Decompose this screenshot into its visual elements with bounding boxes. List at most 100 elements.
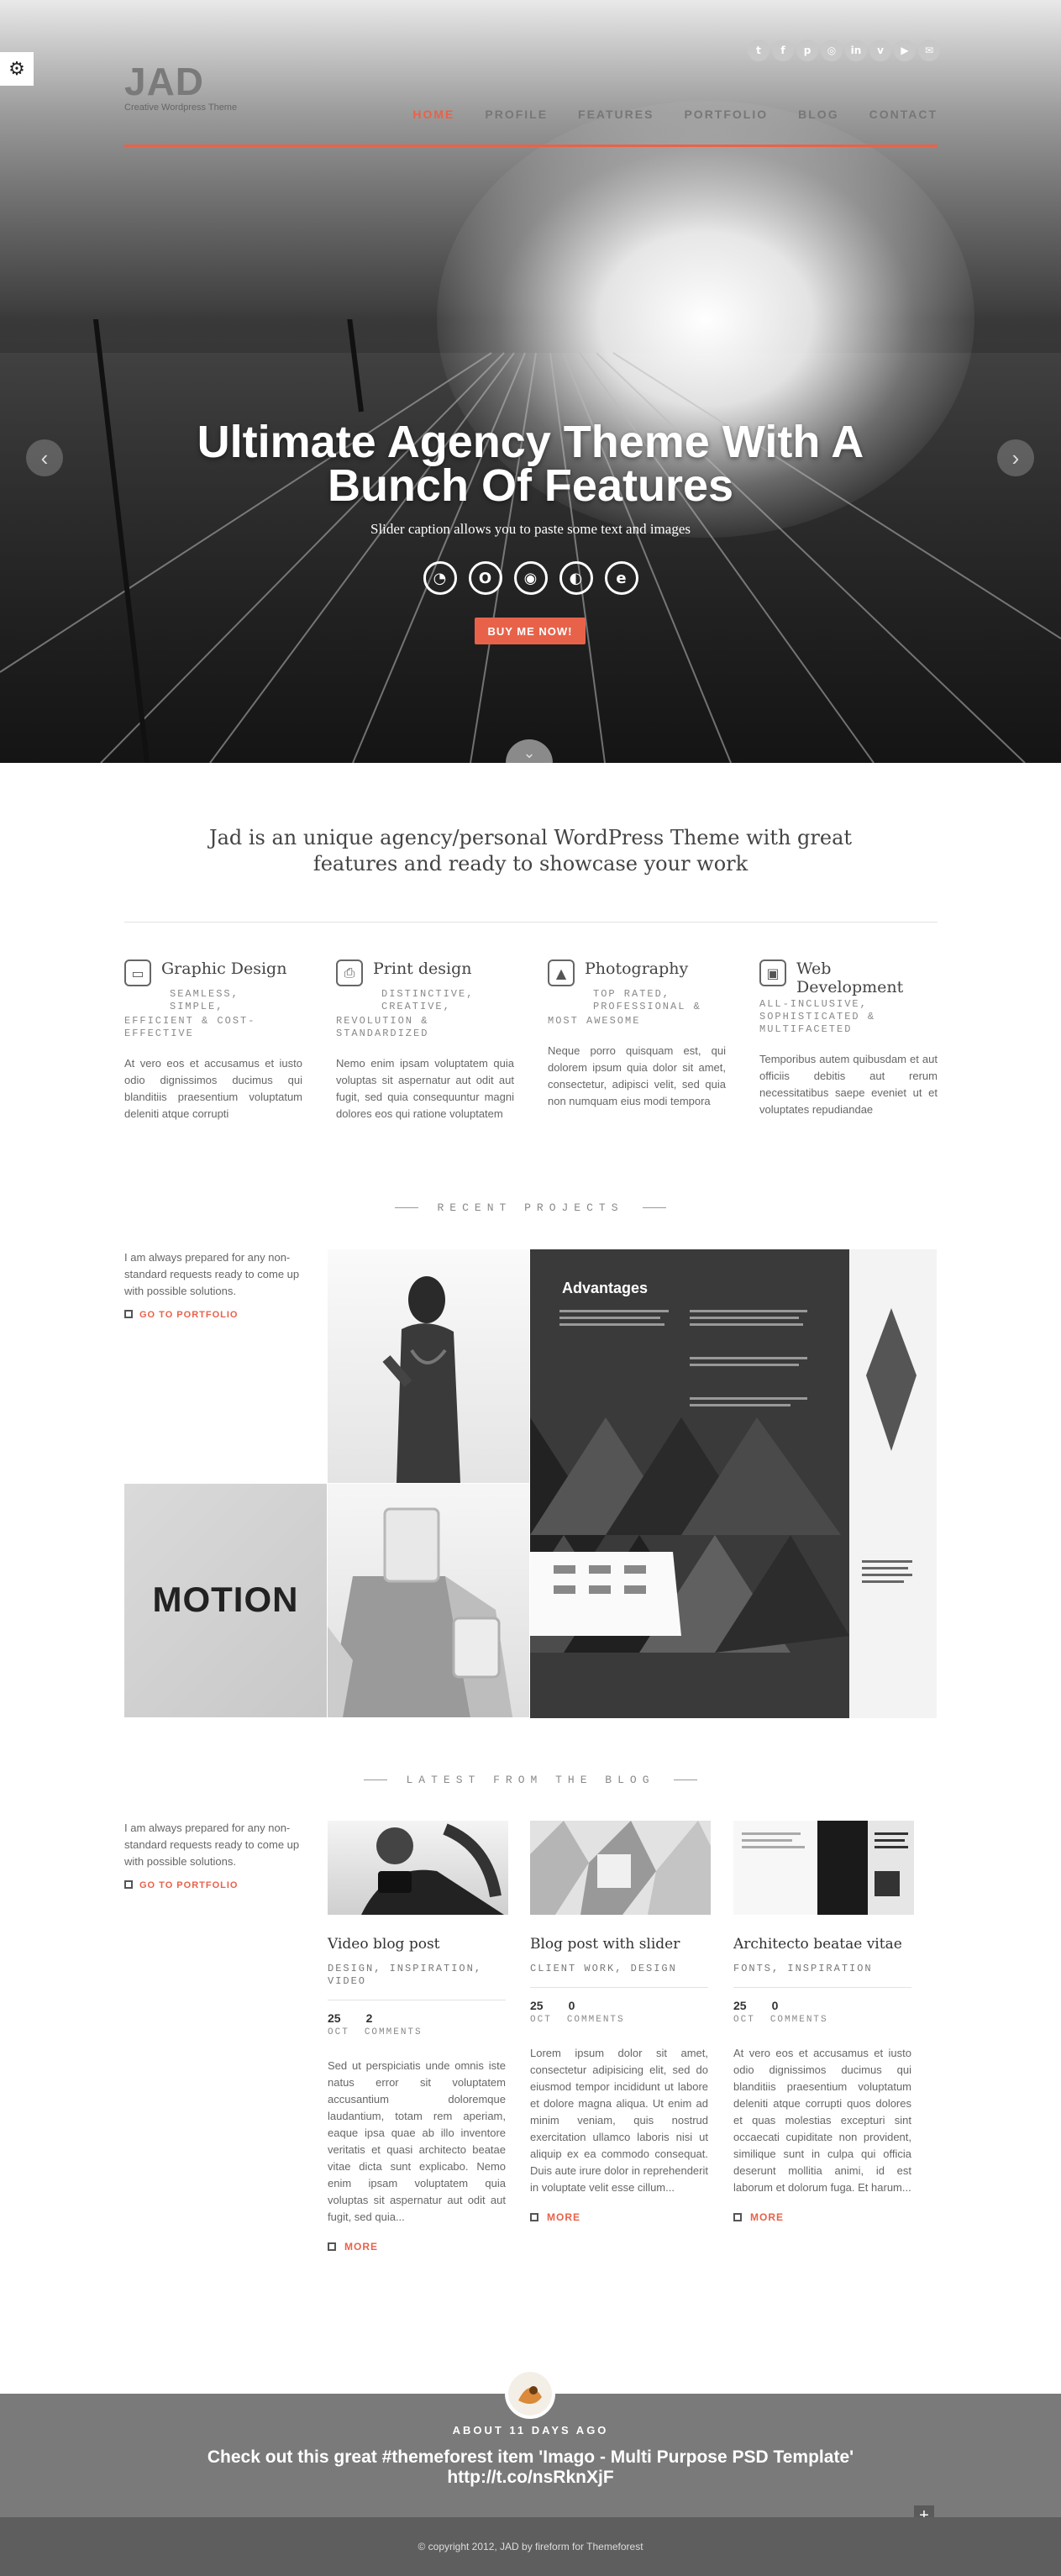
tweet-link[interactable]: http://t.co/nsRknXjF [0,2468,1061,2488]
image-icon: ▲ [548,959,575,986]
portfolio-item-bodyart[interactable] [328,1249,529,1483]
social-icons: t f p ◎ in v ▶ ✉ [748,39,940,61]
feature-keywords-cont: EFFICIENT & COST- EFFECTIVE [124,1015,302,1040]
read-more-link[interactable]: MORE [530,2211,708,2223]
nav-blog[interactable]: BLOG [798,108,838,121]
vimeo-icon[interactable]: v [869,39,891,61]
blog-post-title[interactable]: Architecto beatae vitae [733,1936,911,1953]
tweet-text[interactable]: Check out this great #themeforest item '… [0,2447,1061,2488]
arrow-box-icon [124,1880,133,1889]
post-day: 25 [733,1999,747,2012]
nav-portfolio[interactable]: PORTFOLIO [684,108,768,121]
portfolio-intro: I am always prepared for any non-standar… [124,1249,305,1320]
read-more-link[interactable]: MORE [328,2241,506,2253]
feature-keyword: DISTINCTIVE, [381,988,475,1000]
post-comments-label: COMMENTS [769,2015,828,2025]
blog-post-categories[interactable]: CLIENT WORK, DESIGN [530,1963,708,1988]
feature-photography: ▲ Photography TOP RATED, PROFESSIONAL & M… [548,959,726,1122]
brochure-image [530,1249,937,1718]
email-icon[interactable]: ✉ [918,39,940,61]
intro-line1: Jad is an unique agency/personal WordPre… [208,826,853,849]
nav-contact[interactable]: CONTACT [869,108,938,121]
feature-keywords-cont: REVOLUTION & STANDARDIZED [336,1015,514,1040]
blog-post-title[interactable]: Blog post with slider [530,1936,708,1953]
youtube-icon[interactable]: ▶ [894,39,916,61]
arrow-box-icon [124,1310,133,1318]
twitter-icon[interactable]: t [748,39,769,61]
post-month: OCT [530,2015,552,2025]
blog-post-image[interactable] [328,1821,508,1915]
blog-post: Blog post with slider CLIENT WORK, DESIG… [530,1821,711,2223]
linkedin-icon[interactable]: in [845,39,867,61]
ie-icon: e [604,561,638,595]
feature-text: Neque porro quisquam est, qui dolorem ip… [548,1044,726,1107]
feature-text: Nemo enim ipsam voluptatem quia voluptas… [336,1057,514,1120]
site-logo[interactable]: JAD Creative Wordpress Theme [124,62,237,113]
monitor-icon: ▭ [124,959,151,986]
post-comments-label: COMMENTS [364,2027,423,2037]
blog-post-categories[interactable]: FONTS, INSPIRATION [733,1963,911,1988]
go-to-portfolio-link[interactable]: GO TO PORTFOLIO [124,1880,305,1890]
feature-web-development: ▣ Web Development ALL-INCLUSIVE, SOPHISTI… [759,959,938,1122]
post-day: 25 [530,1999,544,2012]
printer-icon: ⎙ [336,959,363,986]
feature-title: Graphic Design [161,959,287,978]
nav-profile[interactable]: PROFILE [485,108,548,121]
portfolio-item-brochure[interactable]: Advantages [530,1249,937,1718]
blog-post-categories[interactable]: DESIGN, INSPIRATION, VIDEO [328,1963,506,2000]
divider [124,922,938,923]
link-label: GO TO PORTFOLIO [139,1880,239,1890]
blog-post-image[interactable] [530,1821,711,1915]
section-title: RECENT PROJECTS [437,1201,624,1214]
feature-graphic-design: ▭ Graphic Design SEAMLESS, SIMPLE, EFFICI… [124,959,302,1122]
hero-slider: ⚙ JAD Creative Wordpress Theme t f p ◎ i… [0,0,1061,763]
dribbble-icon[interactable]: ◎ [821,39,843,61]
logo-tagline: Creative Wordpress Theme [124,103,238,113]
post-comment-count: 2 [365,2011,373,2025]
blog-post-title[interactable]: Video blog post [328,1936,506,1953]
feature-keywords: SEAMLESS, SIMPLE, [124,988,302,1013]
feature-keywords: TOP RATED, PROFESSIONAL & [548,988,726,1013]
safari-icon: ◔ [423,561,457,595]
arrow-box-icon [530,2213,538,2221]
feature-keywords: ALL-INCLUSIVE, SOPHISTICATED & MULTIFACETE… [759,998,938,1036]
twitter-avatar [505,2368,555,2419]
nav-home[interactable]: HOME [412,108,454,121]
link-label: GO TO PORTFOLIO [139,1310,239,1320]
nav-underline [124,145,938,147]
buy-now-button[interactable]: BUY ME NOW! [475,618,586,644]
print-layout-image [733,1821,914,1915]
post-comments-label: COMMENTS [566,2015,625,2025]
section-title: LATEST FROM THE BLOG [406,1774,655,1786]
feature-keyword: TOP RATED, [593,988,671,1000]
feature-keyword: EFFICIENT & COST- [124,1015,256,1027]
chrome-icon: ◉ [513,561,548,595]
facebook-icon[interactable]: f [772,39,794,61]
pinterest-icon[interactable]: p [796,39,818,61]
hero-title: Ultimate Agency Theme With A Bunch Of Fe… [0,419,1061,508]
post-day: 25 [328,2011,341,2025]
blog-post-excerpt: At vero eos et accusamus et iusto odio d… [733,2047,911,2194]
firefox-icon: ◐ [559,561,593,595]
portfolio-item-motion-logo[interactable]: MOTION [124,1484,327,1717]
arrow-box-icon [733,2213,742,2221]
go-to-portfolio-link[interactable]: GO TO PORTFOLIO [124,1310,305,1320]
blog-post: Architecto beatae vitae FONTS, INSPIRATI… [733,1821,914,2223]
nav-features[interactable]: FEATURES [578,108,654,121]
feature-title: Print design [373,959,472,978]
post-month: OCT [328,2027,349,2037]
post-comment-count: 0 [771,1999,779,2012]
feature-keyword: SEAMLESS, [170,988,239,1000]
feature-keyword: REVOLUTION & [336,1015,429,1027]
feature-keyword: SOPHISTICATED & [759,1011,876,1023]
read-more-link[interactable]: MORE [733,2211,911,2223]
blog-post-excerpt: Sed ut perspiciatis unde omnis iste natu… [328,2059,506,2223]
hero-railway-tracks [0,319,1061,763]
arrow-box-icon [328,2242,336,2251]
copyright-bar: © copyright 2012, JAD by fireform for Th… [0,2517,1061,2576]
settings-gear-icon[interactable]: ⚙ [0,52,34,86]
tweet-line1: Check out this great #themeforest item '… [207,2447,854,2467]
blog-post-image[interactable] [733,1821,914,1915]
briefcase-icon: ▣ [759,959,786,986]
portfolio-item-glasses[interactable] [328,1484,529,1717]
